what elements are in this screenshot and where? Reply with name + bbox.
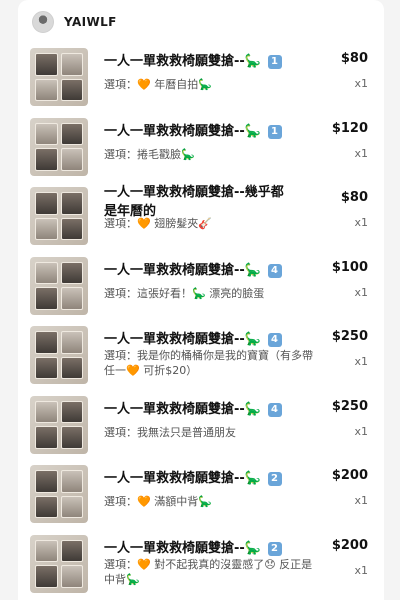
item-quantity: x1 xyxy=(354,146,368,160)
number-badge: 1 xyxy=(267,55,282,69)
item-price: $80 xyxy=(340,190,368,205)
dinosaur-icon: 🦕 xyxy=(181,147,195,161)
item-price: $200 xyxy=(331,468,368,483)
dinosaur-icon: 🦕 xyxy=(244,540,261,556)
order-card: YAIWLF 一人一單救救椅願雙搶--🦕 1 選項：🧡 年曆自拍🦕 $80 x1… xyxy=(18,0,384,600)
product-option: 選項：🧡 對不起我真的沒靈感了😞 反正是中背🦕 xyxy=(104,557,313,586)
order-item[interactable]: 一人一單救救椅願雙搶--🦕 1 選項：捲毛戳臉🦕 $120 x1 xyxy=(18,114,384,184)
number-badge: 1 xyxy=(267,124,282,139)
product-option: 選項：🧡 翅膀髮夾🎸 xyxy=(104,217,212,230)
orange-heart-icon: 🧡 xyxy=(137,217,151,230)
product-option: 選項：這張好看！🦕 漂亮的臉蛋 xyxy=(104,286,265,300)
number-badge: 4 xyxy=(267,263,282,278)
order-item[interactable]: 一人一單救救椅願雙搶--🦕 4 選項：這張好看！🦕 漂亮的臉蛋 $100 x1 xyxy=(18,253,384,323)
dinosaur-icon: 🦕 xyxy=(126,572,140,586)
item-quantity: x1 xyxy=(354,285,368,299)
dinosaur-icon: 🦕 xyxy=(198,78,212,91)
dinosaur-icon: 🦕 xyxy=(244,262,261,278)
product-thumbnail[interactable] xyxy=(30,187,88,245)
number-badge: 4 xyxy=(267,333,282,347)
dinosaur-icon: 🦕 xyxy=(192,286,206,300)
dinosaur-icon: 🦕 xyxy=(244,123,261,139)
orange-heart-icon: 🧡 xyxy=(126,364,140,377)
product-thumbnail[interactable] xyxy=(30,256,88,315)
orange-heart-icon: 🧡 xyxy=(137,495,151,508)
item-quantity: x1 xyxy=(354,355,368,368)
product-title: 一人一單救救椅願雙搶--🦕 1 xyxy=(104,52,292,71)
dinosaur-icon: 🦕 xyxy=(244,332,261,347)
number-badge: 2 xyxy=(267,472,282,486)
item-price: $200 xyxy=(331,537,368,553)
product-title: 一人一單救救椅願雙搶--🦕 2 xyxy=(104,469,292,488)
product-title: 一人一單救救椅願雙搶--🦕 4 xyxy=(104,400,292,419)
product-thumbnail[interactable] xyxy=(30,395,88,454)
product-option: 選項：我無法只是普通朋友 xyxy=(104,425,236,439)
item-price: $250 xyxy=(331,398,368,414)
product-thumbnail[interactable] xyxy=(30,48,88,106)
item-quantity: x1 xyxy=(354,563,368,577)
orange-heart-icon: 🧡 xyxy=(137,557,151,571)
item-quantity: x1 xyxy=(354,216,368,229)
dinosaur-icon: 🦕 xyxy=(244,401,261,417)
item-price: $120 xyxy=(331,120,368,136)
guitar-icon: 🎸 xyxy=(198,217,212,230)
product-thumbnail[interactable] xyxy=(30,534,88,593)
item-price: $100 xyxy=(331,259,368,275)
order-item[interactable]: 一人一單救救椅願雙搶--🦕 1 選項：🧡 年曆自拍🦕 $80 x1 xyxy=(18,44,384,114)
number-badge: 2 xyxy=(267,541,282,556)
dinosaur-icon: 🦕 xyxy=(244,54,261,69)
order-item[interactable]: 一人一單救救椅願雙搶--🦕 2 選項：🧡 滿額中背🦕 $200 x1 xyxy=(18,461,384,531)
dinosaur-icon: 🦕 xyxy=(198,495,212,508)
product-thumbnail[interactable] xyxy=(30,465,88,523)
product-title: 一人一單救救椅願雙搶--🦕 4 xyxy=(104,261,292,280)
item-price: $250 xyxy=(331,329,368,344)
item-quantity: x1 xyxy=(354,494,368,507)
order-item[interactable]: 一人一單救救椅願雙搶--幾乎都是年曆的 選項：🧡 翅膀髮夾🎸 $80 x1 xyxy=(18,183,384,253)
product-option: 選項：🧡 滿額中背🦕 xyxy=(104,495,212,508)
seller-avatar[interactable] xyxy=(32,11,54,33)
order-item[interactable]: 一人一單救救椅願雙搶--🦕 4 選項：我是你的桶桶你是我的寶寶（有多帶任一🧡 可… xyxy=(18,322,384,392)
product-option: 選項：我是你的桶桶你是我的寶寶（有多帶任一🧡 可折$20） xyxy=(104,349,313,377)
item-price: $80 xyxy=(340,51,368,66)
product-option: 選項：捲毛戳臉🦕 xyxy=(104,147,195,161)
product-option: 選項：🧡 年曆自拍🦕 xyxy=(104,78,212,91)
orange-heart-icon: 🧡 xyxy=(137,78,151,91)
seller-name[interactable]: YAIWLF xyxy=(64,15,117,29)
product-thumbnail[interactable] xyxy=(30,326,88,384)
dinosaur-icon: 🦕 xyxy=(244,471,261,486)
seller-header[interactable]: YAIWLF xyxy=(18,0,384,44)
order-item[interactable]: 一人一單救救椅願雙搶--🦕 4 選項：我無法只是普通朋友 $250 x1 xyxy=(18,392,384,462)
product-title: 一人一單救救椅願雙搶--🦕 1 xyxy=(104,122,292,141)
product-title: 一人一單救救椅願雙搶--🦕 2 xyxy=(104,539,292,558)
item-quantity: x1 xyxy=(354,77,368,90)
order-item[interactable]: 一人一單救救椅願雙搶--🦕 2 選項：🧡 對不起我真的沒靈感了😞 反正是中背🦕 … xyxy=(18,531,384,600)
product-thumbnail[interactable] xyxy=(30,117,88,176)
number-badge: 4 xyxy=(267,402,282,417)
item-quantity: x1 xyxy=(354,424,368,438)
product-title: 一人一單救救椅願雙搶--🦕 4 xyxy=(104,330,292,349)
disappointed-face-icon: 😞 xyxy=(264,557,276,571)
